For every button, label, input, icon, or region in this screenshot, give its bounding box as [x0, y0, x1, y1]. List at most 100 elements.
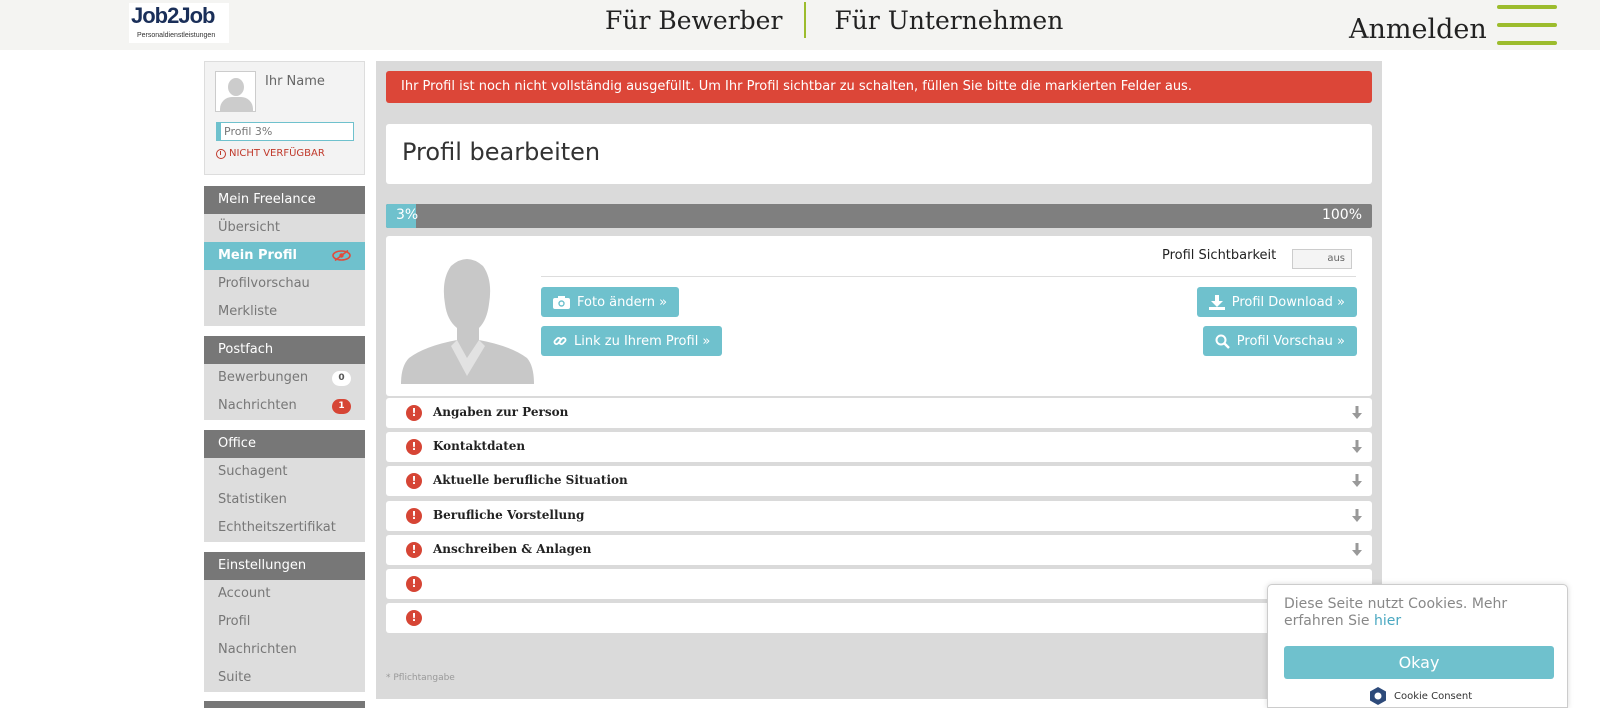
availability-status: NICHT VERFÜGBAR: [216, 148, 325, 159]
job2job-logo[interactable]: Job2Job Personaldienstleistungen: [129, 3, 229, 43]
menu-heading: Einstellungen: [204, 552, 365, 580]
error-icon: !: [406, 542, 422, 558]
cookie-consent-brand[interactable]: Cookie Consent: [1368, 686, 1472, 706]
sidebar-item-mein-profil[interactable]: Mein Profil: [204, 242, 365, 270]
eye-hidden-icon: [332, 250, 351, 261]
error-icon: !: [406, 405, 422, 421]
sidebar-item-profilvorschau[interactable]: Profilvorschau: [204, 270, 365, 298]
sidebar-item-profil[interactable]: Profil: [204, 608, 365, 636]
profile-completion-bar: 3% 100%: [386, 204, 1372, 228]
clock-icon: [216, 148, 226, 159]
sidebar-item-bewerbungen[interactable]: Bewerbungen 0: [204, 364, 365, 392]
sidebar-item-echtheitszertifikat[interactable]: Echtheitszertifikat: [204, 514, 365, 542]
arrow-down-icon: [1352, 440, 1362, 453]
cookie-consent-logo-icon: [1370, 687, 1386, 705]
profile-photo-section: Profil Sichtbarkeit aus Foto ändern » Li…: [386, 236, 1372, 396]
profile-section-row[interactable]: ! Berufliche Vorstellung: [386, 501, 1372, 531]
menu-heading: Mein Freelance: [204, 186, 365, 214]
sidebar-item-label: Mein Profil: [218, 248, 297, 263]
button-label: Profil Vorschau »: [1236, 333, 1345, 349]
menu-group-next: [204, 701, 365, 708]
sidebar-item-merkliste[interactable]: Merkliste: [204, 298, 365, 326]
button-label: Foto ändern »: [577, 294, 668, 310]
sidebar-item-nachrichten[interactable]: Nachrichten 1: [204, 392, 365, 420]
main-nav: Für Bewerber Für Unternehmen: [605, 2, 1063, 38]
search-icon: [1215, 334, 1230, 349]
visibility-toggle[interactable]: aus: [1292, 249, 1352, 269]
profile-progress-fill: [217, 123, 222, 140]
logo-text: Job2Job: [131, 3, 215, 28]
menu-heading: Postfach: [204, 336, 365, 364]
sidebar-item-suchagent[interactable]: Suchagent: [204, 458, 365, 486]
cookie-brand-label: Cookie Consent: [1394, 690, 1473, 702]
profile-section-row[interactable]: !: [386, 603, 1372, 633]
nachrichten-count-badge: 1: [332, 399, 351, 414]
arrow-down-icon: [1352, 543, 1362, 556]
sidebar-item-nachrichten-settings[interactable]: Nachrichten: [204, 636, 365, 664]
link-icon: [553, 337, 567, 345]
button-label: Profil Download »: [1231, 294, 1345, 310]
profile-section-title: Angaben zur Person: [433, 405, 569, 419]
profile-section-row[interactable]: ! Angaben zur Person: [386, 398, 1372, 428]
nav-link-bewerber[interactable]: Für Bewerber: [605, 6, 782, 35]
cookie-okay-button[interactable]: Okay: [1284, 646, 1554, 679]
avatar[interactable]: [215, 71, 256, 112]
profile-section-title: Anschreiben & Anlagen: [433, 542, 592, 556]
menu-group-einstellungen: Einstellungen Account Profil Nachrichten…: [204, 552, 365, 692]
button-label: Link zu Ihrem Profil »: [574, 333, 711, 349]
completion-end-label: 100%: [1321, 207, 1362, 223]
sidebar-item-statistiken[interactable]: Statistiken: [204, 486, 365, 514]
menu-group-mein-freelance: Mein Freelance Übersicht Mein Profil Pro…: [204, 186, 365, 326]
profile-section-row[interactable]: !: [386, 569, 1372, 599]
menu-group-office: Office Suchagent Statistiken Echtheitsze…: [204, 430, 365, 542]
profile-section-row[interactable]: ! Kontaktdaten: [386, 432, 1372, 462]
profile-name: Ihr Name: [265, 74, 325, 89]
sidebar-item-suite[interactable]: Suite: [204, 664, 365, 692]
profile-section-row[interactable]: ! Aktuelle berufliche Situation: [386, 466, 1372, 496]
page-title: Profil bearbeiten: [402, 138, 601, 166]
profile-section-title: Berufliche Vorstellung: [433, 508, 585, 522]
error-icon: !: [406, 473, 422, 489]
error-icon: !: [406, 439, 422, 455]
cookie-consent-popup: Diese Seite nutzt Cookies. Mehr erfahren…: [1267, 584, 1568, 708]
profile-section-title: Aktuelle berufliche Situation: [433, 473, 628, 487]
completion-start-label: 3%: [396, 207, 419, 223]
profile-download-button[interactable]: Profil Download »: [1196, 287, 1357, 317]
visibility-label: Profil Sichtbarkeit: [1162, 248, 1277, 263]
sidebar-item-label: Nachrichten: [218, 398, 297, 413]
arrow-down-icon: [1352, 509, 1362, 522]
cookie-more-link[interactable]: hier: [1374, 613, 1401, 629]
error-icon: !: [406, 576, 422, 592]
download-icon: [1208, 294, 1225, 310]
profile-link-button[interactable]: Link zu Ihrem Profil »: [541, 326, 723, 356]
profile-photo-placeholder[interactable]: [401, 254, 534, 384]
nav-separator: [804, 2, 807, 38]
hamburger-menu-icon[interactable]: [1497, 5, 1557, 45]
profile-progress-bar: Profil 3%: [216, 122, 354, 141]
sidebar-item-uebersicht[interactable]: Übersicht: [204, 214, 365, 242]
required-field-note: * Pflichtangabe: [386, 673, 455, 683]
profile-preview-button[interactable]: Profil Vorschau »: [1202, 326, 1357, 356]
profile-summary-card: Ihr Name Profil 3% NICHT VERFÜGBAR: [204, 61, 365, 175]
arrow-down-icon: [1352, 406, 1362, 419]
profile-section-title: Kontaktdaten: [433, 439, 526, 453]
error-icon: !: [406, 508, 422, 524]
bewerbungen-count-badge: 0: [332, 371, 351, 386]
divider: [541, 276, 1356, 277]
nav-link-unternehmen[interactable]: Für Unternehmen: [834, 6, 1063, 35]
availability-status-text: NICHT VERFÜGBAR: [229, 148, 325, 159]
main-content: Ihr Profil ist noch nicht vollständig au…: [376, 61, 1382, 699]
change-photo-button[interactable]: Foto ändern »: [541, 287, 680, 317]
sidebar-item-label: Bewerbungen: [218, 370, 309, 385]
profile-section-row[interactable]: ! Anschreiben & Anlagen: [386, 535, 1372, 565]
arrow-down-icon: [1352, 474, 1362, 487]
page-title-box: Profil bearbeiten: [386, 124, 1372, 184]
sidebar-item-account[interactable]: Account: [204, 580, 365, 608]
login-link[interactable]: Anmelden: [1349, 14, 1487, 45]
top-navigation-bar: Job2Job Personaldienstleistungen Für Bew…: [0, 0, 1600, 50]
logo-subtitle: Personaldienstleistungen: [137, 32, 216, 39]
menu-group-postfach: Postfach Bewerbungen 0 Nachrichten 1: [204, 336, 365, 420]
profile-progress-label: Profil 3%: [224, 125, 273, 138]
incomplete-profile-alert: Ihr Profil ist noch nicht vollständig au…: [386, 71, 1372, 103]
camera-icon: [553, 295, 570, 309]
